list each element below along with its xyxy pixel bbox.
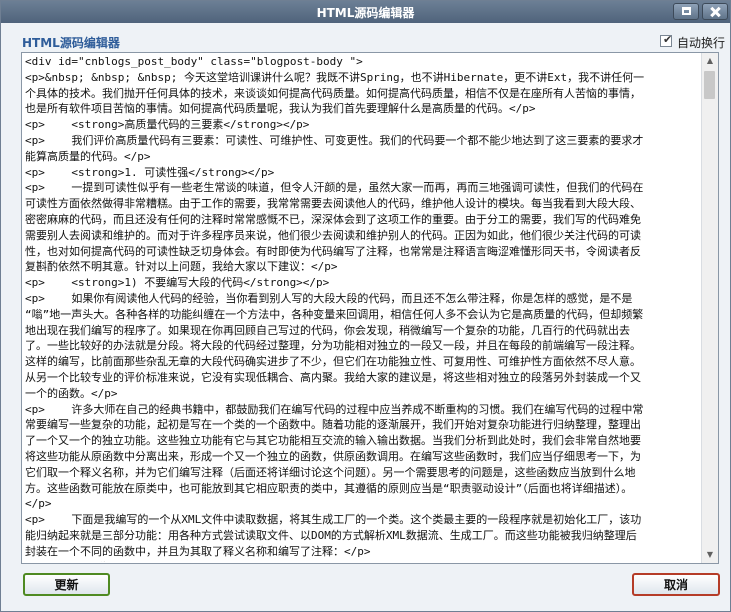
code-line: <p> 许多大师在自己的经典书籍中，都鼓励我们在编写代码的过程中应当养成不断重构… [25,402,644,416]
code-line: </p> [25,497,52,511]
code-line: <p> <strong>1. 可读性强</strong></p> [25,165,275,179]
auto-wrap-checkbox[interactable]: ✔ [660,33,673,47]
code-line: 个具体的技术。我们抛开任何具体的技术，来谈谈如何提高代码质量。如何提高代码质量，… [25,86,641,100]
checkmark-icon: ✔ [663,33,673,46]
code-line: 密密麻麻的代码，而且还没有任何的注释时常常感慨不已，深深体会到了这项工作的重要。… [25,212,641,226]
code-line: <p>&nbsp; &nbsp; &nbsp; 今天这堂培训课讲什么呢？我既不讲… [25,70,645,84]
code-line: 能归纳起来就是三部分功能：用各种方式尝试读取文件、以DOM的方式解析XML数据流… [25,528,637,542]
code-line: <p> 一提到可读性似乎有一些老生常谈的味道，但令人汗颜的是，虽然大家一而再，再… [25,181,644,195]
title-bar[interactable]: HTML源码编辑器 [1,1,730,23]
scroll-up-icon[interactable]: ▲ [702,53,718,69]
cancel-button[interactable]: 取消 [632,573,720,596]
code-line: 它们取一个释义名称，并为它们编写注释（后面还将详细讨论这个问题）。另一个需要思考… [25,465,636,479]
code-line: <p> Java代码</p> [25,560,701,563]
window-title: HTML源码编辑器 [316,6,415,20]
code-line: 需要别人去阅读和维护的。而对于许多程序员来说，他们很少去阅读和维护别人的代码。正… [25,228,641,242]
source-textarea[interactable]: <div id="cnblogs_post_body" class="blogp… [25,54,701,562]
maximize-icon [682,7,691,15]
scrollbar-thumb[interactable] [704,71,715,99]
maximize-button[interactable] [673,3,699,20]
code-line: 地出现在我们编写的程序了。如果现在你再回顾自己写过的代码，你会发现，稍微编写一个… [25,323,630,337]
vertical-scrollbar[interactable]: ▲ ▼ [701,53,718,563]
code-line: <p> 如果你有阅读他人代码的经验，当你看到别人写的大段大段的代码，而且还不怎么… [25,291,633,305]
code-line: 复斟酌依然不明其意。针对以上问题，我给大家以下建议：</p> [25,260,338,274]
code-line: <div id="cnblogs_post_body" class="blogp… [25,55,363,68]
auto-wrap-label: 自动换行 [677,36,726,50]
code-line: 可读性方面依然做得非常糟糕。由于工作的需要，我常常需要去阅读他人的代码，维护他人… [25,197,641,211]
code-line: 方。这些函数可能放在原类中，也可能放到其它相应职责的类中，其遵循的原则应当是“职… [25,481,633,495]
code-line: 从另一个比较专业的评价标准来说，它没有实现低耦合、高内聚。我给大家的建议是，将这… [25,370,641,384]
code-line: 将这些功能从原函数中分离出来，形成一个又一个独立的函数，供原函数调用。在编写这些… [25,449,641,463]
code-line: 也是所有软件项目苦恼的事情。如何提高代码质量呢，我认为我们首先要理解什么是高质量… [25,102,536,116]
code-line: <p> <strong>高质量代码的三要素</strong></p> [25,118,310,132]
code-line: <p> 下面是我编写的一个从XML文件中读取数据，将其生成工厂的一个类。这个类最… [25,513,642,527]
code-line: 一个的函数。</p> [25,386,118,400]
code-line: <p> 我们评价高质量代码有三要素：可读性、可维护性、可变更性。我们的代码要一个… [25,133,644,147]
code-line: 性，也对如何提高代码的可读性缺乏切身体会。有时即使为代码编写了注释，也常常是注释… [25,244,641,258]
editor-dialog: HTML源码编辑器 HTML源码编辑器 ✔ 自动换行 <div id="cnbl… [0,0,731,612]
code-line: 封装在一个不同的函数中，并且为其取了释义名称和编写了注释：</p> [25,544,371,558]
source-editor[interactable]: <div id="cnblogs_post_body" class="blogp… [21,52,719,564]
code-line: “嗡”地一声头大。各种各样的功能纠缠在一个方法中，各种变量来回调用，相信任何人多… [25,307,644,321]
code-line: 这样的编写，比前面那些杂乱无章的大段代码确实进步了不少，但它们在功能独立性、可复… [25,355,641,369]
code-line: <p> <strong>1) 不要编写大段的代码</strong></p> [25,276,330,290]
code-line: 了一个又一个的独立功能。这些独立功能有它与其它功能相互交流的输入输出数据。当我们… [25,434,641,448]
code-line: 常要编写一些复杂的功能，起初是写在一个类的一个函数中。随着功能的逐渐展开，我们开… [25,418,641,432]
scroll-down-icon[interactable]: ▼ [702,547,718,563]
close-button[interactable] [702,3,728,20]
code-line: 了。一些比较好的办法就是分段。将大段的代码经过整理，分为功能相对独立的一段又一段… [25,339,641,353]
code-line: 能算高质量的代码。</p> [25,149,151,163]
panel-title: HTML源码编辑器 [22,36,120,50]
update-button[interactable]: 更新 [23,573,110,596]
